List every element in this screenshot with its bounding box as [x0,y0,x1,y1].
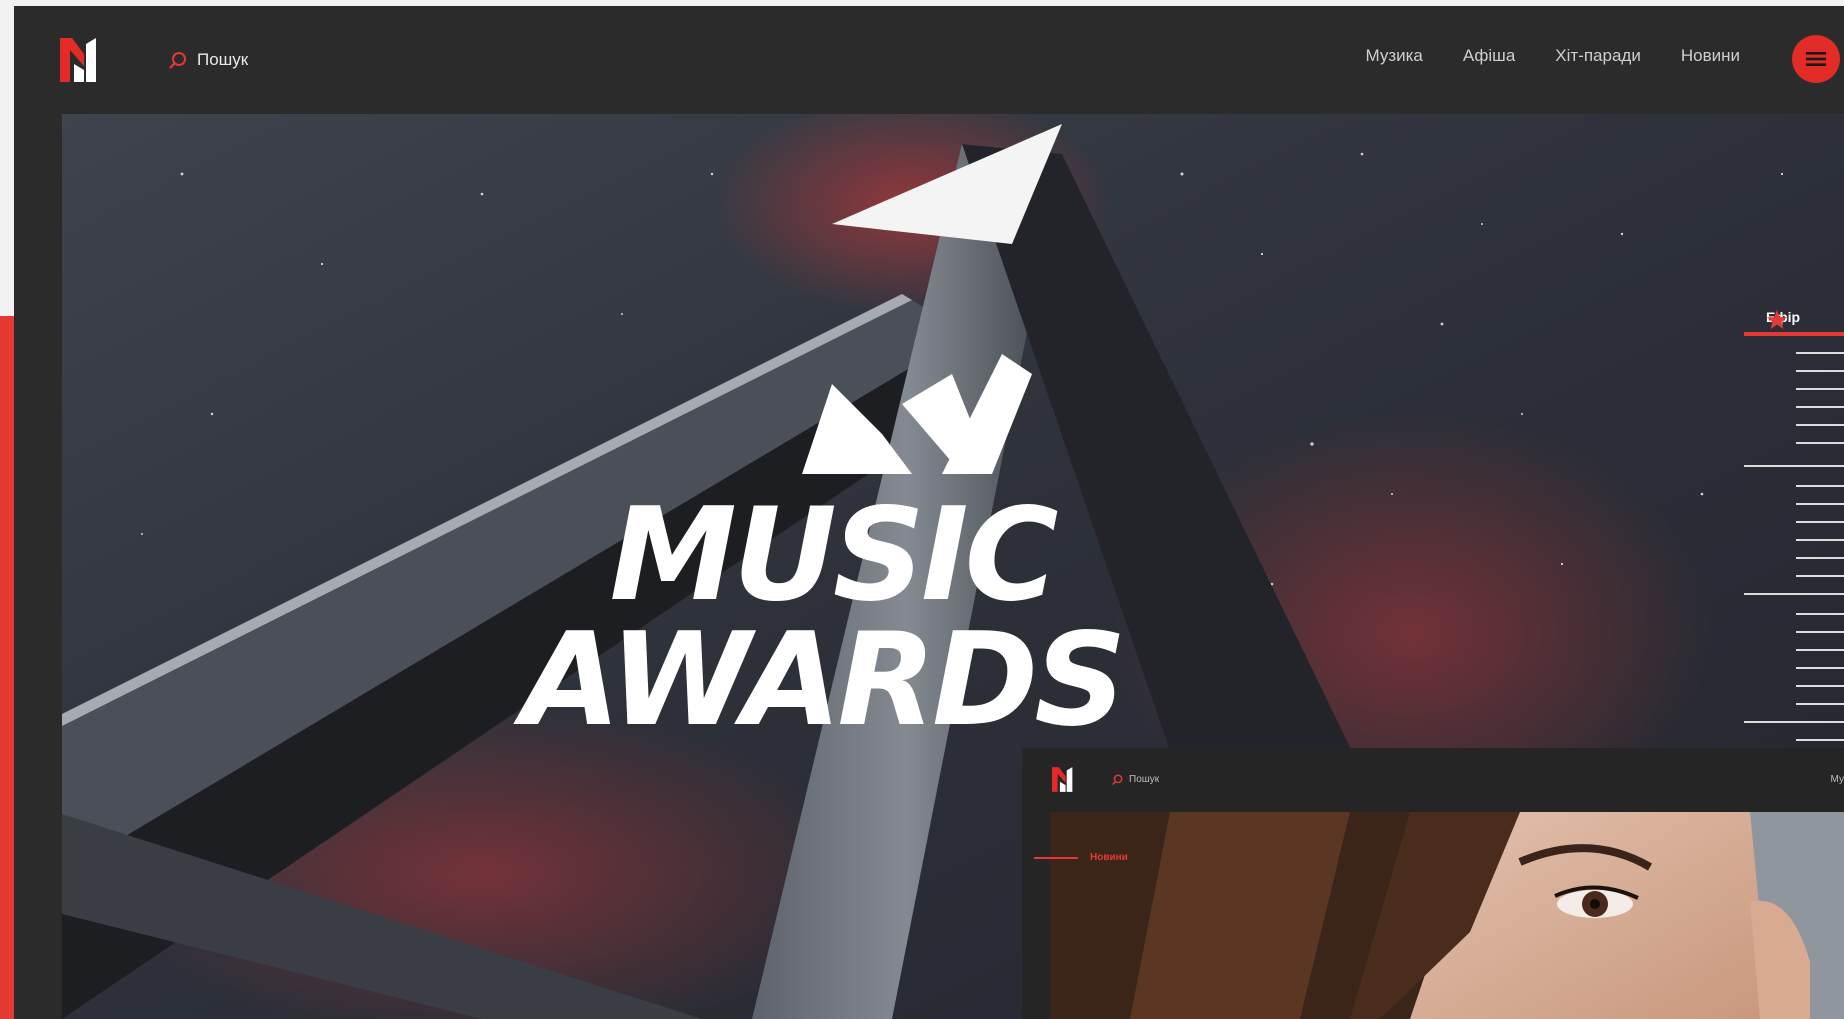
tick-line [1796,503,1844,505]
tick-line [1796,352,1844,354]
nested-page-preview[interactable]: Пошук Му Новини [1022,748,1844,1019]
live-ticker[interactable]: Ефір [1744,306,1844,746]
search-icon [169,52,186,69]
tick-line [1796,442,1844,444]
nested-hero-photo [1050,812,1844,1019]
search-button[interactable]: Пошук [169,50,248,70]
nested-m1-logo [1052,767,1073,792]
tick-line [1796,485,1844,487]
nav-item-charts[interactable]: Хіт-паради [1555,46,1641,66]
nested-search: Пошук [1112,774,1159,785]
tick-line [1796,557,1844,559]
tick-line [1796,703,1844,705]
tick-line [1796,370,1844,372]
nested-search-label: Пошук [1129,774,1160,785]
tick-line [1796,649,1844,651]
nav-item-music[interactable]: Музика [1365,46,1422,66]
tick-line [1796,631,1844,633]
tick-line [1796,406,1844,408]
tick-line [1796,575,1844,577]
tick-line [1796,667,1844,669]
tick-line [1796,388,1844,390]
tick-line-major [1744,465,1844,467]
site-header: Пошук Музика Афіша Хіт-паради Новини [14,6,1844,114]
main-nav: Музика Афіша Хіт-паради Новини [1365,46,1740,66]
nav-item-news[interactable]: Новини [1681,46,1740,66]
hamburger-menu-icon [1806,52,1826,66]
tick-line [1796,739,1844,741]
tick-line-major [1744,593,1844,595]
left-accent-strip [0,316,14,1019]
tick-line [1796,539,1844,541]
nested-section-label: Новини [1034,852,1128,863]
ticker-label: Ефір [1766,309,1800,330]
ticker-underline [1744,332,1844,336]
search-icon [1112,774,1123,785]
tick-line [1796,685,1844,687]
portrait-image [1050,812,1844,1019]
section-marker-line [1034,856,1078,859]
m1-logo[interactable] [60,38,106,82]
browser-frame: Пошук Музика Афіша Хіт-паради Новини MUS… [14,6,1844,1019]
tick-line [1796,424,1844,426]
nested-section-text: Новини [1090,852,1128,863]
search-label: Пошук [197,50,249,69]
tick-line [1796,521,1844,523]
menu-button[interactable] [1792,35,1840,83]
tick-line-major [1744,721,1844,723]
nav-item-afisha[interactable]: Афіша [1463,46,1515,66]
hero-title-line2: AWARDS [513,606,1123,755]
tick-line [1796,613,1844,615]
star-icon [1766,309,1788,330]
nested-nav-partial: Му [1830,774,1844,785]
